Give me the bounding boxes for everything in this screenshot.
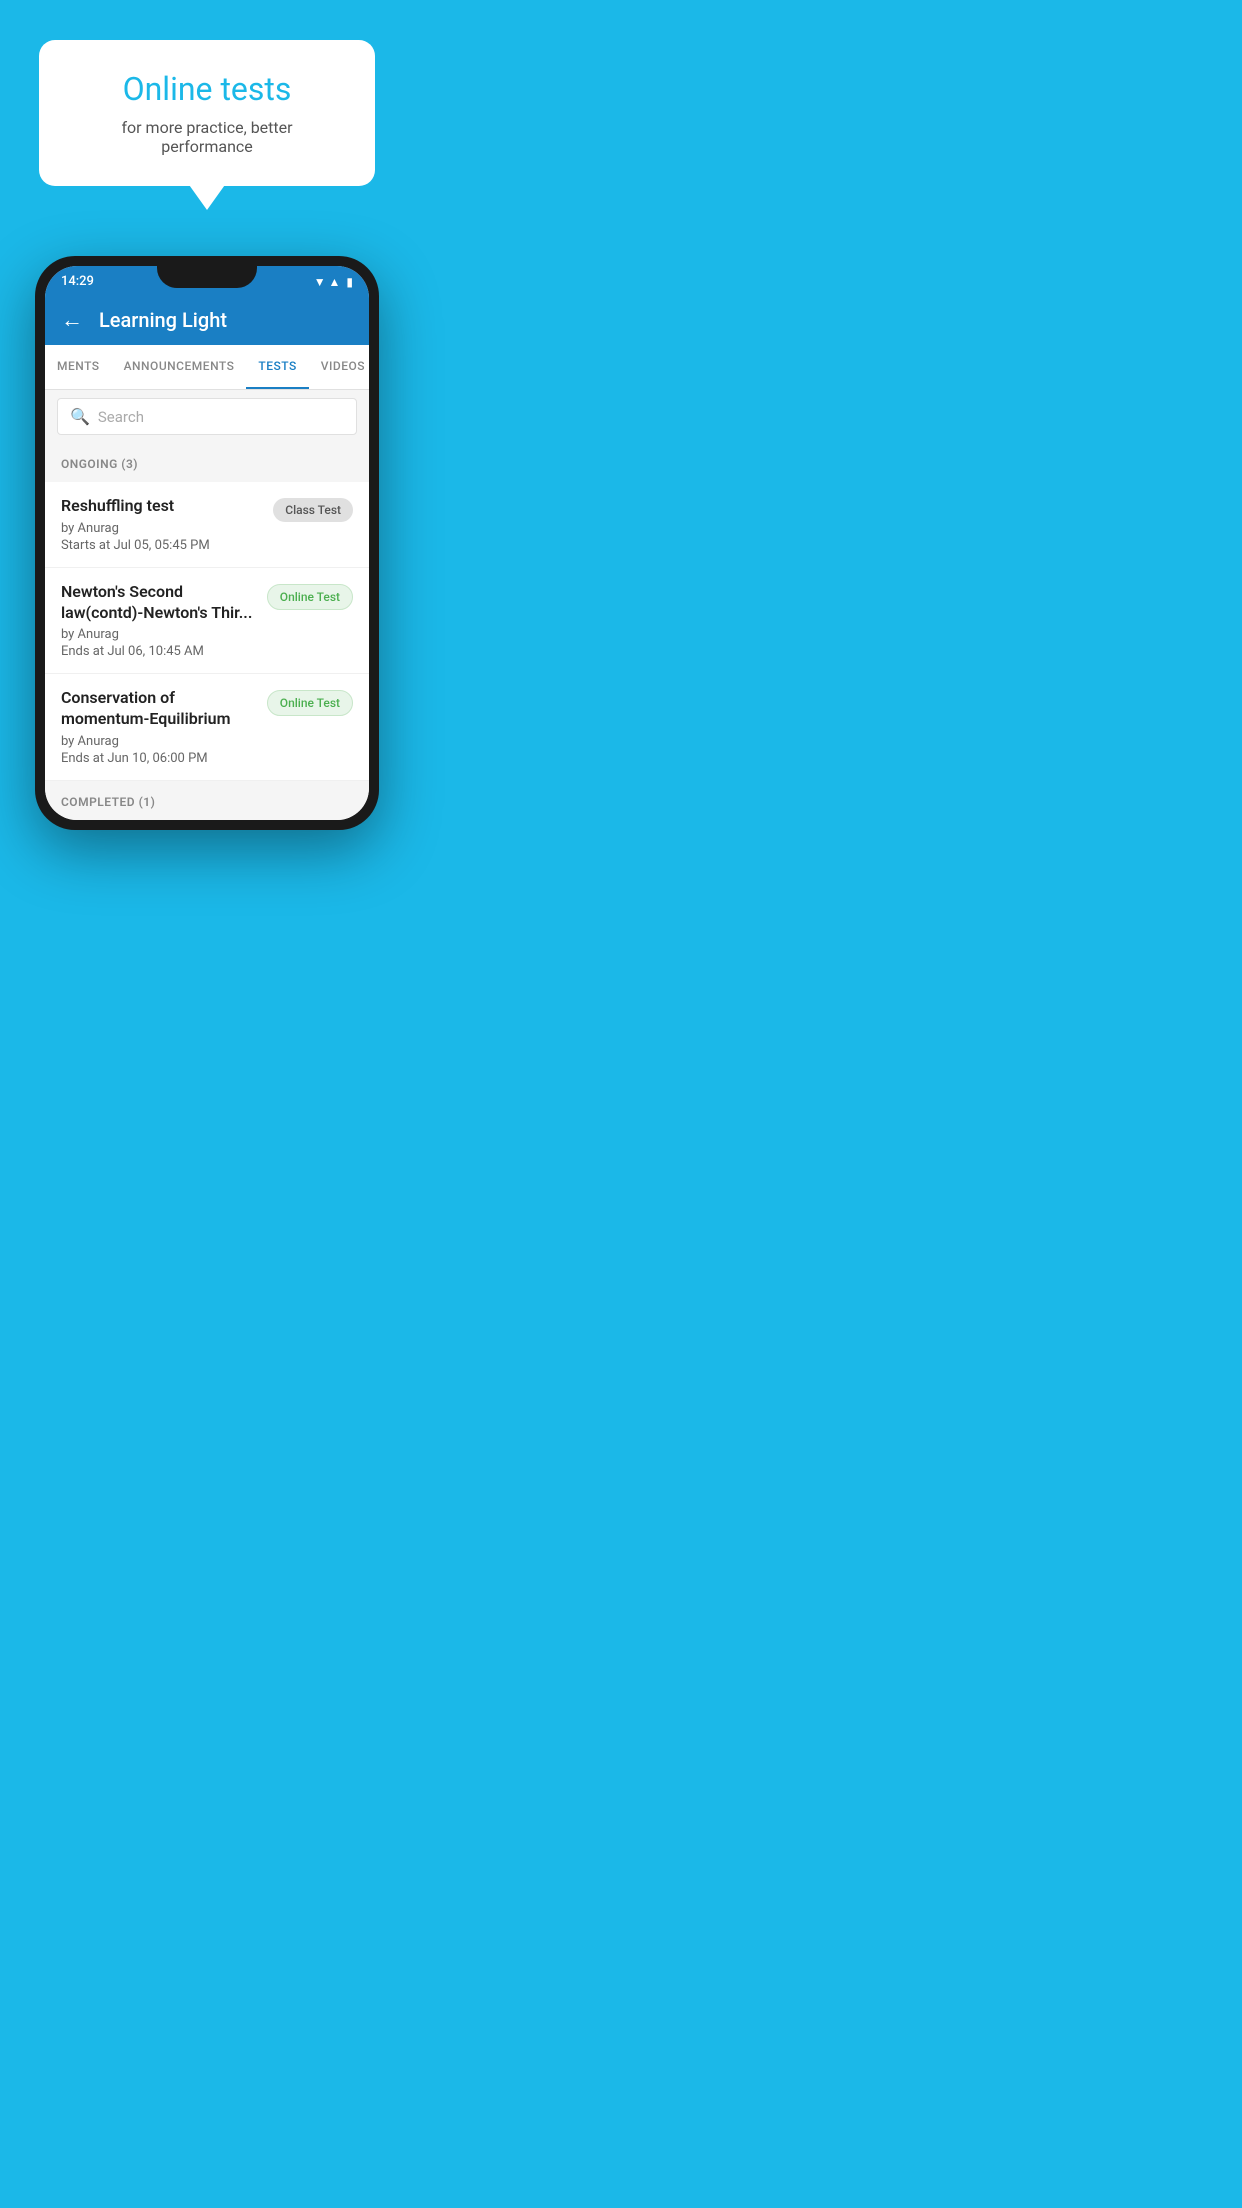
test-name-2: Newton's Second law(contd)-Newton's Thir… xyxy=(61,582,257,624)
test-date-2: Ends at Jul 06, 10:45 AM xyxy=(61,644,257,659)
search-icon: 🔍 xyxy=(70,407,90,426)
search-input[interactable]: Search xyxy=(98,408,144,426)
notch xyxy=(157,266,257,288)
test-date-1: Starts at Jul 05, 05:45 PM xyxy=(61,538,263,553)
test-date-3: Ends at Jun 10, 06:00 PM xyxy=(61,751,257,766)
test-info-1: Reshuffling test by Anurag Starts at Jul… xyxy=(61,496,263,553)
test-author-2: by Anurag xyxy=(61,627,257,642)
test-item-3[interactable]: Conservation of momentum-Equilibrium by … xyxy=(45,674,369,781)
test-item-1[interactable]: Reshuffling test by Anurag Starts at Jul… xyxy=(45,482,369,568)
test-item-2[interactable]: Newton's Second law(contd)-Newton's Thir… xyxy=(45,568,369,675)
speech-bubble: Online tests for more practice, better p… xyxy=(39,40,376,186)
badge-class-test-1: Class Test xyxy=(273,498,353,522)
test-info-3: Conservation of momentum-Equilibrium by … xyxy=(61,688,257,766)
search-container: 🔍 Search xyxy=(45,390,369,443)
tabs-bar: MENTS ANNOUNCEMENTS TESTS VIDEOS xyxy=(45,345,369,390)
badge-online-test-3: Online Test xyxy=(267,690,353,716)
test-name-3: Conservation of momentum-Equilibrium xyxy=(61,688,257,730)
tab-announcements[interactable]: ANNOUNCEMENTS xyxy=(112,345,247,389)
status-icons: ▼ ▲ ▮ xyxy=(314,275,353,289)
test-info-2: Newton's Second law(contd)-Newton's Thir… xyxy=(61,582,257,660)
tab-ments[interactable]: MENTS xyxy=(45,345,112,389)
app-bar: ← Learning Light xyxy=(45,295,369,345)
phone-frame: 14:29 ▼ ▲ ▮ ← Learning Light MENTS ANNOU… xyxy=(35,256,379,830)
phone-inner: 14:29 ▼ ▲ ▮ ← Learning Light MENTS ANNOU… xyxy=(45,266,369,820)
completed-section-header: COMPLETED (1) xyxy=(45,781,369,820)
back-button[interactable]: ← xyxy=(61,307,83,333)
wifi-icon: ▼ ▲ xyxy=(314,275,341,289)
bubble-title: Online tests xyxy=(79,70,336,108)
app-title: Learning Light xyxy=(99,308,227,332)
tab-tests[interactable]: TESTS xyxy=(246,345,308,389)
completed-label: COMPLETED (1) xyxy=(61,795,155,809)
test-author-3: by Anurag xyxy=(61,734,257,749)
bubble-subtitle: for more practice, better performance xyxy=(79,118,336,156)
battery-icon: ▮ xyxy=(346,275,353,289)
ongoing-section-header: ONGOING (3) xyxy=(45,443,369,482)
badge-online-test-2: Online Test xyxy=(267,584,353,610)
test-list: Reshuffling test by Anurag Starts at Jul… xyxy=(45,482,369,781)
ongoing-label: ONGOING (3) xyxy=(61,457,138,471)
test-author-1: by Anurag xyxy=(61,521,263,536)
status-time: 14:29 xyxy=(61,274,94,289)
test-name-1: Reshuffling test xyxy=(61,496,263,517)
search-box[interactable]: 🔍 Search xyxy=(57,398,357,435)
tab-videos[interactable]: VIDEOS xyxy=(309,345,369,389)
